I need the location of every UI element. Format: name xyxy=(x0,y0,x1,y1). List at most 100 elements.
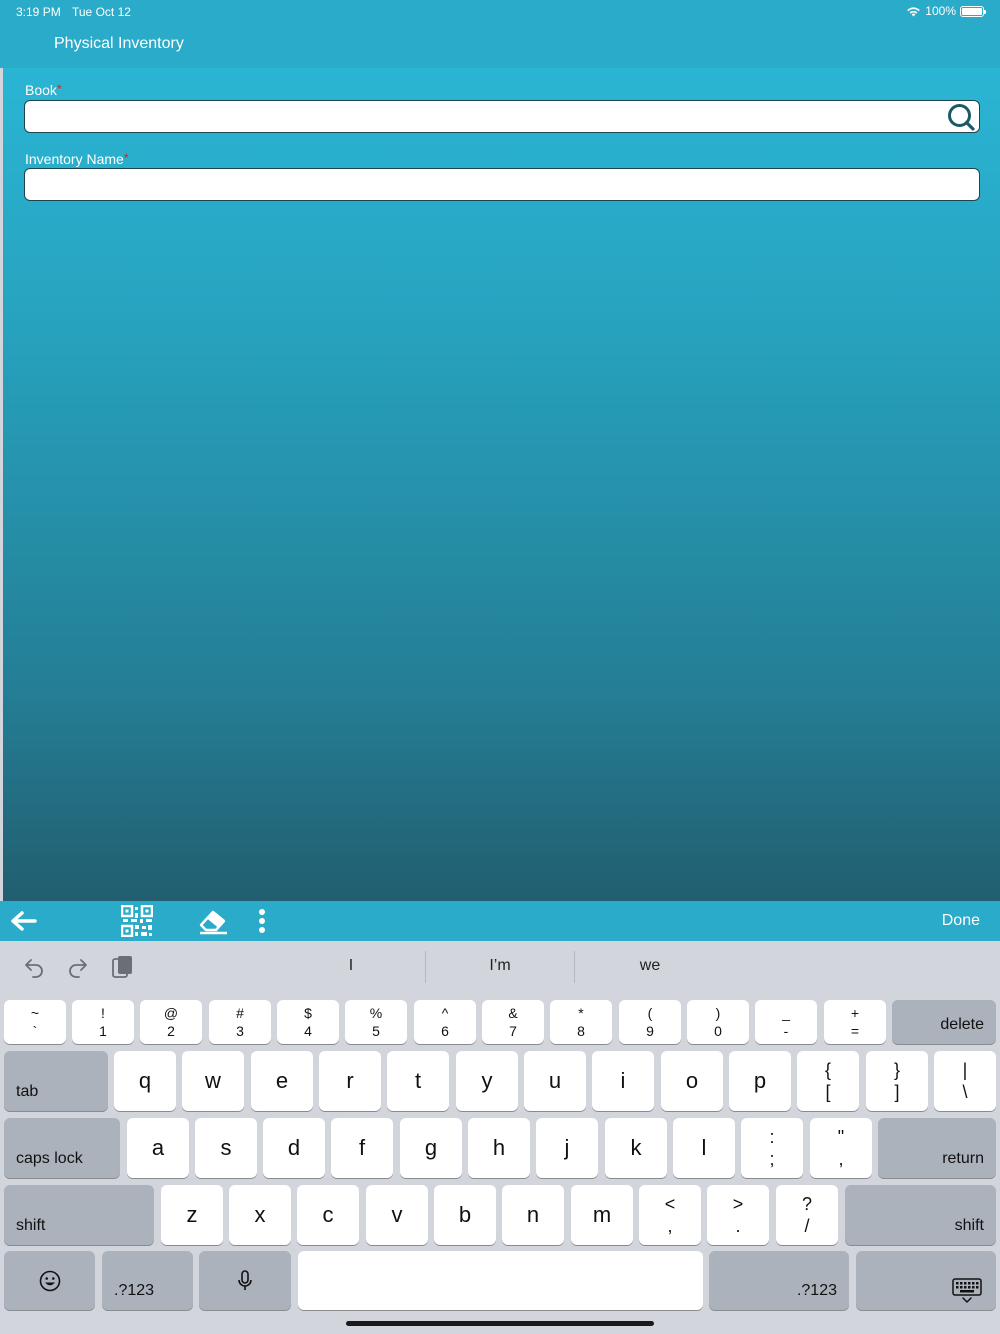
eraser-icon[interactable] xyxy=(196,905,230,937)
key-label: / xyxy=(804,1216,810,1236)
key-8[interactable]: * 8 xyxy=(550,1000,612,1044)
redo-icon[interactable] xyxy=(66,955,90,979)
numbers-key-left[interactable]: .?123 xyxy=(102,1251,193,1310)
key-minus[interactable]: _ - xyxy=(755,1000,817,1044)
numbers-key-label: .?123 xyxy=(114,1282,155,1299)
dictation-key[interactable] xyxy=(199,1251,291,1310)
caps-lock-key[interactable]: caps lock xyxy=(4,1118,120,1178)
key-label: t xyxy=(414,1068,422,1093)
key-v[interactable]: v xyxy=(366,1185,428,1245)
more-vertical-icon[interactable] xyxy=(250,905,274,937)
search-icon[interactable] xyxy=(947,103,975,131)
key-shift-label: ) xyxy=(715,1005,721,1021)
key-shift-label: " xyxy=(837,1127,845,1147)
key-shift-label: ~ xyxy=(30,1005,40,1021)
key-q[interactable]: q xyxy=(114,1051,176,1111)
key-i[interactable]: i xyxy=(592,1051,654,1111)
key-0[interactable]: ) 0 xyxy=(687,1000,749,1044)
page-title: Physical Inventory xyxy=(54,35,184,52)
key-5[interactable]: % 5 xyxy=(345,1000,407,1044)
key-g[interactable]: g xyxy=(400,1118,462,1178)
key-f[interactable]: f xyxy=(331,1118,393,1178)
key-u[interactable]: u xyxy=(524,1051,586,1111)
inventory-name-input[interactable] xyxy=(25,169,979,200)
key-shift-label: + xyxy=(850,1005,860,1021)
key-7[interactable]: & 7 xyxy=(482,1000,544,1044)
key-9[interactable]: (9 xyxy=(619,1000,681,1044)
key-bracket-left[interactable]: {[ xyxy=(797,1051,859,1111)
done-button[interactable]: Done xyxy=(942,912,980,930)
key-h[interactable]: h xyxy=(468,1118,530,1178)
emoji-key[interactable] xyxy=(4,1251,95,1310)
key-c[interactable]: c xyxy=(297,1185,359,1245)
key-label: q xyxy=(138,1068,152,1093)
key-label: g xyxy=(424,1135,438,1160)
book-field[interactable] xyxy=(24,100,980,133)
delete-key[interactable]: delete xyxy=(892,1000,996,1044)
accessory-toolbar: Done xyxy=(0,901,1000,941)
key-l[interactable]: l xyxy=(673,1118,735,1178)
key-s[interactable]: s xyxy=(195,1118,257,1178)
key-m[interactable]: m xyxy=(571,1185,633,1245)
keyboard-dismiss-icon xyxy=(952,1278,982,1303)
key-backslash[interactable]: | \ xyxy=(934,1051,996,1111)
key-r[interactable]: r xyxy=(319,1051,381,1111)
home-indicator[interactable] xyxy=(346,1321,654,1326)
key-label: u xyxy=(548,1068,562,1093)
key-semicolon[interactable]: :; xyxy=(741,1118,803,1178)
key-shift-label: @ xyxy=(163,1005,179,1021)
key-e[interactable]: e xyxy=(251,1051,313,1111)
key-n[interactable]: n xyxy=(502,1185,564,1245)
key-comma[interactable]: <, xyxy=(639,1185,701,1245)
key-label: \ xyxy=(962,1082,968,1102)
key-o[interactable]: o xyxy=(661,1051,723,1111)
key-label: x xyxy=(254,1202,266,1227)
key-b[interactable]: b xyxy=(434,1185,496,1245)
key-z[interactable]: z xyxy=(161,1185,223,1245)
tab-key-label: tab xyxy=(16,1083,39,1100)
key-d[interactable]: d xyxy=(263,1118,325,1178)
suggestion-3[interactable]: we xyxy=(576,957,724,975)
key-bracket-right[interactable]: }] xyxy=(866,1051,928,1111)
key-slash[interactable]: ? / xyxy=(776,1185,838,1245)
numbers-key-right[interactable]: .?123 xyxy=(709,1251,849,1310)
status-date: Tue Oct 12 xyxy=(72,5,131,19)
space-bar[interactable] xyxy=(298,1251,703,1310)
key-k[interactable]: k xyxy=(605,1118,667,1178)
key-a[interactable]: a xyxy=(127,1118,189,1178)
key-t[interactable]: t xyxy=(387,1051,449,1111)
tab-key[interactable]: tab xyxy=(4,1051,108,1111)
key-6[interactable]: ^ 6 xyxy=(414,1000,476,1044)
key-label: 5 xyxy=(372,1023,380,1039)
qr-code-icon[interactable] xyxy=(120,905,154,937)
dismiss-keyboard-key[interactable] xyxy=(856,1251,996,1310)
key-w[interactable]: w xyxy=(182,1051,244,1111)
key-shift-label: > xyxy=(732,1194,744,1214)
inventory-name-label: Inventory Name* xyxy=(25,151,129,167)
key-label: = xyxy=(850,1023,860,1039)
key-x[interactable]: x xyxy=(229,1185,291,1245)
book-input[interactable] xyxy=(25,101,979,132)
undo-icon[interactable] xyxy=(22,955,46,979)
suggestion-2[interactable]: I’m xyxy=(426,957,574,975)
return-key[interactable]: return xyxy=(878,1118,996,1178)
key-3[interactable]: #3 xyxy=(209,1000,271,1044)
back-arrow-icon[interactable] xyxy=(8,905,38,937)
key-quote[interactable]: ", xyxy=(810,1118,872,1178)
key-label: o xyxy=(685,1068,699,1093)
key-2[interactable]: @2 xyxy=(140,1000,202,1044)
paste-icon[interactable] xyxy=(110,955,134,979)
key-y[interactable]: y xyxy=(456,1051,518,1111)
shift-key-left[interactable]: shift xyxy=(4,1185,154,1245)
key-period[interactable]: >. xyxy=(707,1185,769,1245)
key-p[interactable]: p xyxy=(729,1051,791,1111)
inventory-name-field[interactable] xyxy=(24,168,980,201)
key-4[interactable]: $4 xyxy=(277,1000,339,1044)
suggestion-1[interactable]: I xyxy=(277,957,425,975)
shift-key-right[interactable]: shift xyxy=(845,1185,996,1245)
key-backtick[interactable]: ~ ` xyxy=(4,1000,66,1044)
key-1[interactable]: ! 1 xyxy=(72,1000,134,1044)
key-equals[interactable]: + = xyxy=(824,1000,886,1044)
key-shift-label: * xyxy=(578,1005,584,1021)
key-j[interactable]: j xyxy=(536,1118,598,1178)
